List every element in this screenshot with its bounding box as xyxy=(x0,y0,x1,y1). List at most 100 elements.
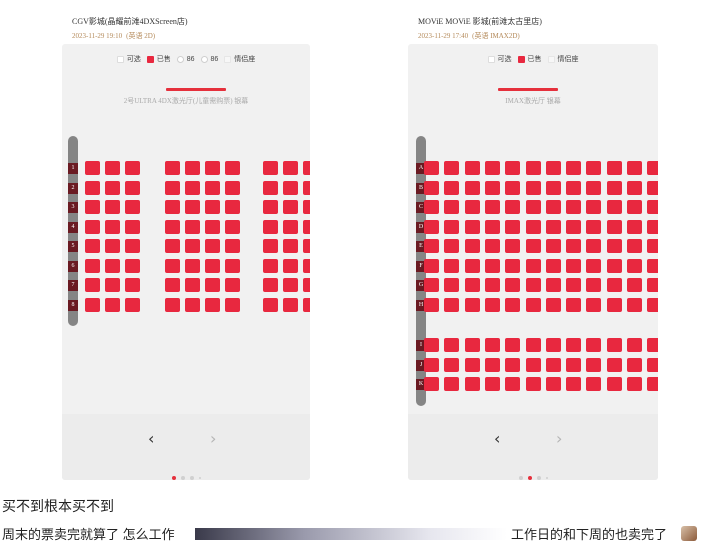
sold-seat[interactable] xyxy=(424,297,439,312)
sold-seat[interactable] xyxy=(444,239,460,253)
sold-seat[interactable] xyxy=(606,239,622,253)
sold-seat[interactable] xyxy=(105,219,120,234)
sold-seat[interactable] xyxy=(464,338,480,352)
sold-seat[interactable] xyxy=(225,278,240,292)
sold-seat[interactable] xyxy=(263,278,278,292)
sold-seat[interactable] xyxy=(225,297,240,312)
sold-seat[interactable] xyxy=(566,219,582,234)
sold-seat[interactable] xyxy=(484,377,500,391)
sold-seat[interactable] xyxy=(303,297,310,312)
sold-seat[interactable] xyxy=(105,278,120,292)
sold-seat[interactable] xyxy=(283,180,298,195)
sold-seat[interactable] xyxy=(165,161,180,175)
sold-seat[interactable] xyxy=(85,239,100,253)
sold-seat[interactable] xyxy=(185,297,200,312)
sold-seat[interactable] xyxy=(505,180,521,195)
sold-seat[interactable] xyxy=(263,297,278,312)
sold-seat[interactable] xyxy=(586,338,602,352)
sold-seat[interactable] xyxy=(647,239,658,253)
sold-seat[interactable] xyxy=(424,278,439,292)
sold-seat[interactable] xyxy=(505,200,521,214)
sold-seat[interactable] xyxy=(647,161,658,175)
sold-seat[interactable] xyxy=(283,278,298,292)
sold-seat[interactable] xyxy=(225,180,240,195)
sold-seat[interactable] xyxy=(627,357,642,372)
sold-seat[interactable] xyxy=(627,239,642,253)
sold-seat[interactable] xyxy=(444,297,460,312)
sold-seat[interactable] xyxy=(165,239,180,253)
sold-seat[interactable] xyxy=(205,200,220,214)
sold-seat[interactable] xyxy=(484,338,500,352)
sold-seat[interactable] xyxy=(586,180,602,195)
sold-seat[interactable] xyxy=(464,357,480,372)
sold-seat[interactable] xyxy=(105,161,120,175)
sold-seat[interactable] xyxy=(505,278,521,292)
sold-seat[interactable] xyxy=(566,338,582,352)
sold-seat[interactable] xyxy=(627,338,642,352)
sold-seat[interactable] xyxy=(165,278,180,292)
sold-seat[interactable] xyxy=(505,377,521,391)
sold-seat[interactable] xyxy=(525,219,541,234)
sold-seat[interactable] xyxy=(545,180,561,195)
sold-seat[interactable] xyxy=(185,258,200,273)
sold-seat[interactable] xyxy=(185,219,200,234)
sold-seat[interactable] xyxy=(484,278,500,292)
sold-seat[interactable] xyxy=(627,200,642,214)
sold-seat[interactable] xyxy=(444,357,460,372)
sold-seat[interactable] xyxy=(606,200,622,214)
sold-seat[interactable] xyxy=(263,180,278,195)
sold-seat[interactable] xyxy=(165,297,180,312)
sold-seat[interactable] xyxy=(85,297,100,312)
sold-seat[interactable] xyxy=(627,180,642,195)
sold-seat[interactable] xyxy=(606,357,622,372)
sold-seat[interactable] xyxy=(627,258,642,273)
sold-seat[interactable] xyxy=(303,278,310,292)
sold-seat[interactable] xyxy=(444,278,460,292)
sold-seat[interactable] xyxy=(566,200,582,214)
sold-seat[interactable] xyxy=(566,180,582,195)
sold-seat[interactable] xyxy=(545,200,561,214)
sold-seat[interactable] xyxy=(424,200,439,214)
sold-seat[interactable] xyxy=(85,278,100,292)
sold-seat[interactable] xyxy=(505,239,521,253)
sold-seat[interactable] xyxy=(606,338,622,352)
sold-seat[interactable] xyxy=(185,278,200,292)
sold-seat[interactable] xyxy=(424,357,439,372)
sold-seat[interactable] xyxy=(125,239,140,253)
sold-seat[interactable] xyxy=(263,239,278,253)
sold-seat[interactable] xyxy=(647,180,658,195)
sold-seat[interactable] xyxy=(444,161,460,175)
sold-seat[interactable] xyxy=(464,200,480,214)
sold-seat[interactable] xyxy=(225,161,240,175)
sold-seat[interactable] xyxy=(606,161,622,175)
sold-seat[interactable] xyxy=(505,258,521,273)
seat-map[interactable]: 可选 已售 86 86 情侣座 2号ULTRA 4DX激光厅(儿童需购票) 银幕… xyxy=(62,44,310,480)
sold-seat[interactable] xyxy=(225,239,240,253)
chevron-right-icon[interactable]: › xyxy=(556,430,562,448)
sold-seat[interactable] xyxy=(606,278,622,292)
sold-seat[interactable] xyxy=(303,219,310,234)
chevron-right-icon[interactable]: › xyxy=(210,430,216,448)
sold-seat[interactable] xyxy=(105,297,120,312)
sold-seat[interactable] xyxy=(165,219,180,234)
sold-seat[interactable] xyxy=(545,357,561,372)
sold-seat[interactable] xyxy=(464,180,480,195)
sold-seat[interactable] xyxy=(444,258,460,273)
sold-seat[interactable] xyxy=(586,239,602,253)
sold-seat[interactable] xyxy=(484,297,500,312)
sold-seat[interactable] xyxy=(444,377,460,391)
sold-seat[interactable] xyxy=(424,219,439,234)
sold-seat[interactable] xyxy=(165,180,180,195)
sold-seat[interactable] xyxy=(424,161,439,175)
sold-seat[interactable] xyxy=(586,258,602,273)
sold-seat[interactable] xyxy=(303,239,310,253)
sold-seat[interactable] xyxy=(505,161,521,175)
sold-seat[interactable] xyxy=(125,180,140,195)
chevron-left-icon[interactable]: ‹ xyxy=(148,430,154,448)
sold-seat[interactable] xyxy=(444,338,460,352)
sold-seat[interactable] xyxy=(464,377,480,391)
sold-seat[interactable] xyxy=(545,161,561,175)
sold-seat[interactable] xyxy=(484,258,500,273)
sold-seat[interactable] xyxy=(85,180,100,195)
sold-seat[interactable] xyxy=(505,357,521,372)
